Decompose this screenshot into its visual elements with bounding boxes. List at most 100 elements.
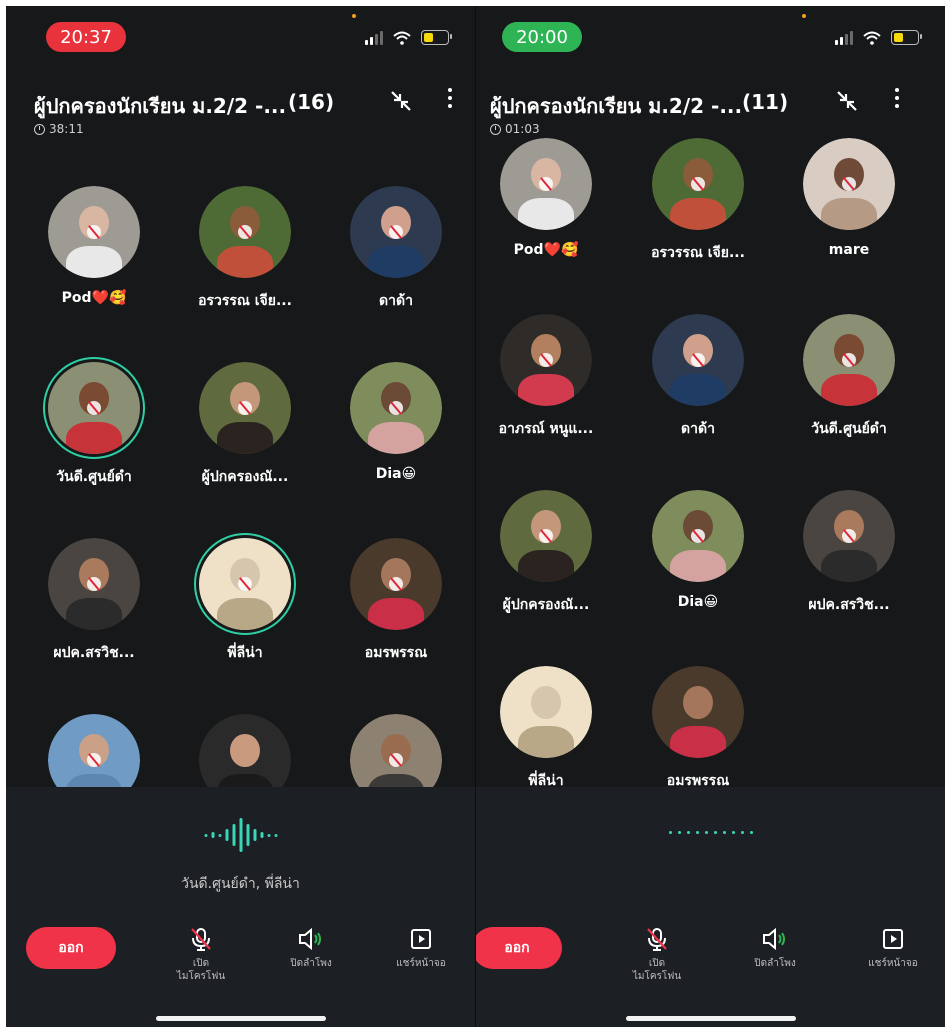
participant-tile[interactable]: Dia😀 (326, 362, 466, 482)
muted-icon (238, 225, 252, 239)
share-screen-icon (411, 929, 431, 949)
recording-dot (352, 14, 356, 18)
status-icons (835, 30, 922, 45)
participant-name: อาภรณ์ หนูแ... (498, 421, 594, 437)
group-title: ผู้ปกครองนักเรียน ม.2/2 -... (490, 94, 743, 118)
participant-tile[interactable]: Dia😀 (628, 490, 768, 610)
participant-tile[interactable]: วันดี.ศูนย์ดำ (24, 357, 164, 488)
voice-idle-icon (668, 831, 753, 834)
participant-name: Pod❤️🥰 (61, 290, 127, 306)
participant-tile[interactable]: ผู้ปกครองณั... (175, 362, 315, 488)
participant-tile[interactable]: ผู้ปกครองณั... (476, 490, 616, 616)
more-icon[interactable] (894, 88, 900, 108)
home-indicator[interactable] (625, 1016, 796, 1021)
participant-name: ผปค.สรวิช... (808, 597, 890, 613)
voice-wave-icon (204, 815, 277, 855)
participant-tile[interactable]: พี่ลีน่า (175, 533, 315, 664)
more-icon[interactable] (447, 88, 453, 108)
call-screen-left: 20:37 ผู้ปกครองนักเรียน ม.2/2 -... (16) … (6, 6, 475, 1027)
leave-button[interactable]: ออก (26, 927, 116, 969)
participant-tile[interactable]: อรวรรณ เจีย... (628, 138, 768, 264)
clock-icon (34, 123, 45, 135)
muted-icon (842, 353, 856, 367)
speaking-ring (43, 357, 145, 459)
participant-tile[interactable]: mare (779, 138, 919, 258)
muted-icon (539, 529, 553, 543)
minimize-icon[interactable] (832, 86, 862, 116)
participant-tile[interactable]: อาภรณ์ หนูแ... (476, 314, 616, 440)
muted-icon (539, 177, 553, 191)
participant-name: พี่ลีน่า (227, 645, 263, 661)
participant-name: ผู้ปกครองณั... (201, 469, 289, 485)
muted-icon (389, 401, 403, 415)
muted-icon (842, 177, 856, 191)
participant-name: ดาด้า (681, 421, 715, 437)
home-indicator[interactable] (155, 1016, 326, 1021)
status-icons (365, 30, 452, 45)
muted-icon (842, 529, 856, 543)
battery-icon (891, 30, 922, 45)
signal-icon (365, 30, 383, 45)
participant-name: วันดี.ศูนย์ดำ (811, 421, 887, 437)
muted-icon (539, 353, 553, 367)
participant-name: อรวรรณ เจีย... (651, 245, 745, 261)
speaker-button[interactable]: ปิดลำโพง (730, 927, 820, 970)
participant-name: mare (828, 242, 870, 258)
participant-tile[interactable]: พี่ลีน่า (476, 666, 616, 792)
speaking-names: วันดี.ศูนย์ดำ, พี่ลีน่า (181, 876, 300, 892)
participant-name: วันดี.ศูนย์ดำ (56, 469, 132, 485)
speaker-icon (763, 928, 785, 950)
participant-name: Pod❤️🥰 (513, 242, 579, 258)
participant-tile[interactable]: ผปค.สรวิช... (24, 538, 164, 664)
participant-tile[interactable]: อมรพรรณ (628, 666, 768, 792)
muted-icon (87, 577, 101, 591)
status-time: 20:37 (46, 22, 126, 52)
call-screen-right: 20:00 ผู้ปกครองนักเรียน ม.2/2 -... (11) … (475, 6, 945, 1027)
signal-icon (835, 30, 853, 45)
wifi-icon (393, 31, 411, 45)
muted-icon (389, 753, 403, 767)
mic-off-icon (191, 928, 211, 951)
member-count: (16) (288, 90, 335, 114)
participant-name: อรวรรณ เจีย... (198, 293, 292, 309)
participant-tile[interactable]: ดาด้า (326, 186, 466, 312)
participant-name: อมรพรรณ (364, 645, 428, 661)
member-count: (11) (742, 90, 789, 114)
participant-tile[interactable]: ดาด้า (628, 314, 768, 440)
mic-off-icon (647, 928, 667, 951)
battery-icon (421, 30, 452, 45)
participant-tile[interactable]: ผปค.สรวิช... (779, 490, 919, 616)
mic-toggle-button[interactable]: เปิด ไมโครโฟน (612, 927, 702, 983)
participant-tile[interactable]: อมรพรรณ (326, 538, 466, 664)
muted-icon (87, 225, 101, 239)
clock-icon (490, 123, 501, 135)
participant-name: ดาด้า (379, 293, 413, 309)
speaker-icon (299, 928, 321, 950)
participant-tile[interactable]: วันดี.ศูนย์ดำ (779, 314, 919, 440)
muted-icon (238, 401, 252, 415)
group-title: ผู้ปกครองนักเรียน ม.2/2 -... (34, 94, 287, 118)
speaking-ring (194, 533, 296, 635)
call-timer: 38:11 (34, 122, 84, 136)
leave-button[interactable]: ออก (476, 927, 562, 969)
mic-toggle-button[interactable]: เปิด ไมโครโฟน (156, 927, 246, 983)
participant-tile[interactable]: อรวรรณ เจีย... (175, 186, 315, 312)
muted-icon (691, 353, 705, 367)
muted-icon (691, 177, 705, 191)
muted-icon (87, 401, 101, 415)
participant-name: ผปค.สรวิช... (53, 645, 135, 661)
participant-tile[interactable]: Pod❤️🥰 (476, 138, 616, 258)
participant-name: Dia😀 (375, 466, 417, 482)
recording-dot (802, 14, 806, 18)
share-screen-icon (883, 929, 903, 949)
speaker-button[interactable]: ปิดลำโพง (266, 927, 356, 970)
share-screen-button[interactable]: แชร์หน้าจอ (848, 927, 938, 970)
muted-icon (389, 577, 403, 591)
muted-icon (389, 225, 403, 239)
participant-tile[interactable]: Pod❤️🥰 (24, 186, 164, 306)
participant-name: ผู้ปกครองณั... (502, 597, 590, 613)
share-screen-button[interactable]: แชร์หน้าจอ (376, 927, 466, 970)
muted-icon (87, 753, 101, 767)
call-timer: 01:03 (490, 122, 540, 136)
minimize-icon[interactable] (386, 86, 416, 116)
